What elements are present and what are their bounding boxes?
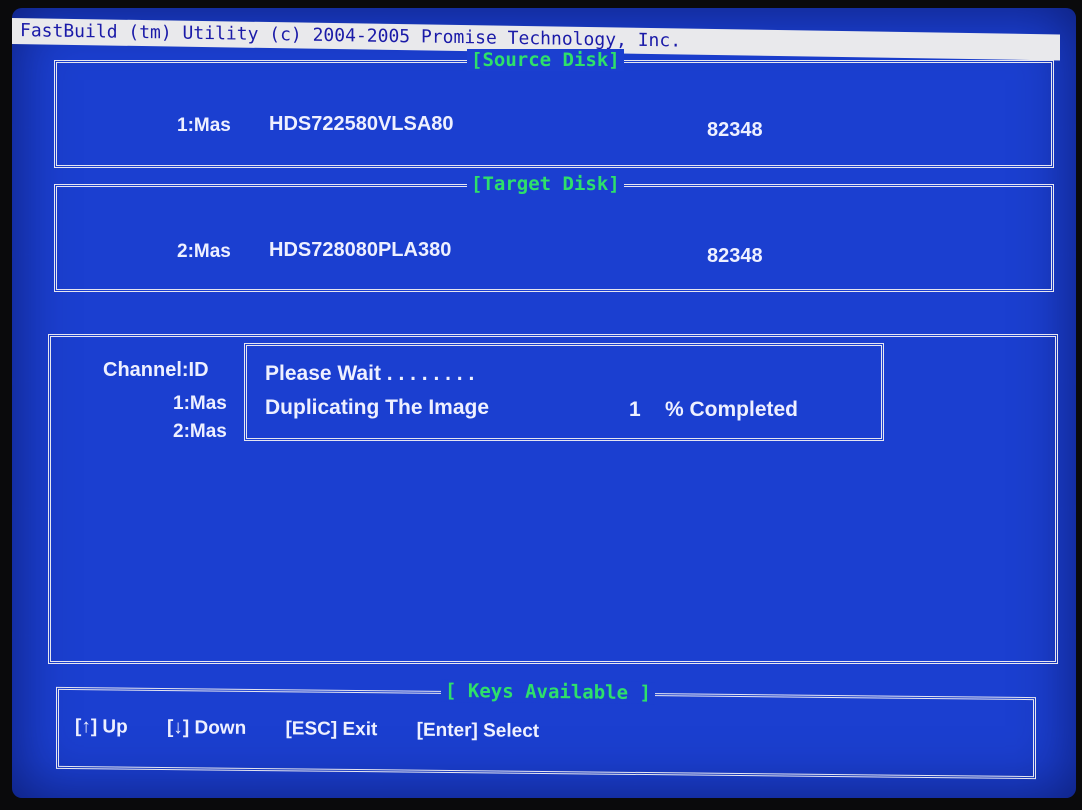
- target-disk-size: 82348: [707, 245, 763, 267]
- bios-screen: FastBuild (tm) Utility (c) 2004-2005 Pro…: [12, 8, 1076, 798]
- source-disk-id[interactable]: 1:Mas: [177, 115, 231, 137]
- keys-panel: [ Keys Available ] [↑] Up [↓] Down [ESC]…: [56, 679, 1036, 780]
- key-enter[interactable]: [Enter] Select: [417, 720, 539, 742]
- duplicating-label: Duplicating The Image: [265, 396, 490, 419]
- target-disk-id[interactable]: 2:Mas: [177, 241, 231, 263]
- target-disk-title: [Target Disk]: [467, 173, 624, 195]
- source-disk-size: 82348: [707, 119, 763, 141]
- source-disk-title: [Source Disk]: [467, 49, 624, 71]
- target-disk-model[interactable]: HDS728080PLA380: [269, 239, 451, 262]
- channel-row[interactable]: 1:Mas: [173, 393, 227, 415]
- key-up[interactable]: [↑] Up: [75, 716, 128, 738]
- key-esc[interactable]: [ESC] Exit: [285, 718, 377, 740]
- please-wait-text: Please Wait . . . . . . . .: [265, 362, 475, 385]
- source-disk-panel: [Source Disk] 1:Mas HDS722580VLSA80 8234…: [54, 49, 1054, 168]
- completed-label: % Completed: [665, 398, 799, 421]
- progress-dialog: Please Wait . . . . . . . . Duplicating …: [244, 343, 884, 441]
- keys-panel-title: [ Keys Available ]: [441, 679, 655, 705]
- channel-row[interactable]: 2:Mas: [173, 421, 227, 443]
- key-down[interactable]: [↓] Down: [167, 717, 246, 739]
- source-disk-model[interactable]: HDS722580VLSA80: [269, 113, 454, 136]
- channel-id-header: Channel:ID: [103, 359, 209, 381]
- keys-list: [↑] Up [↓] Down [ESC] Exit [Enter] Selec…: [75, 716, 573, 743]
- progress-percent: 1: [629, 398, 641, 421]
- target-disk-panel: [Target Disk] 2:Mas HDS728080PLA380 8234…: [54, 173, 1054, 292]
